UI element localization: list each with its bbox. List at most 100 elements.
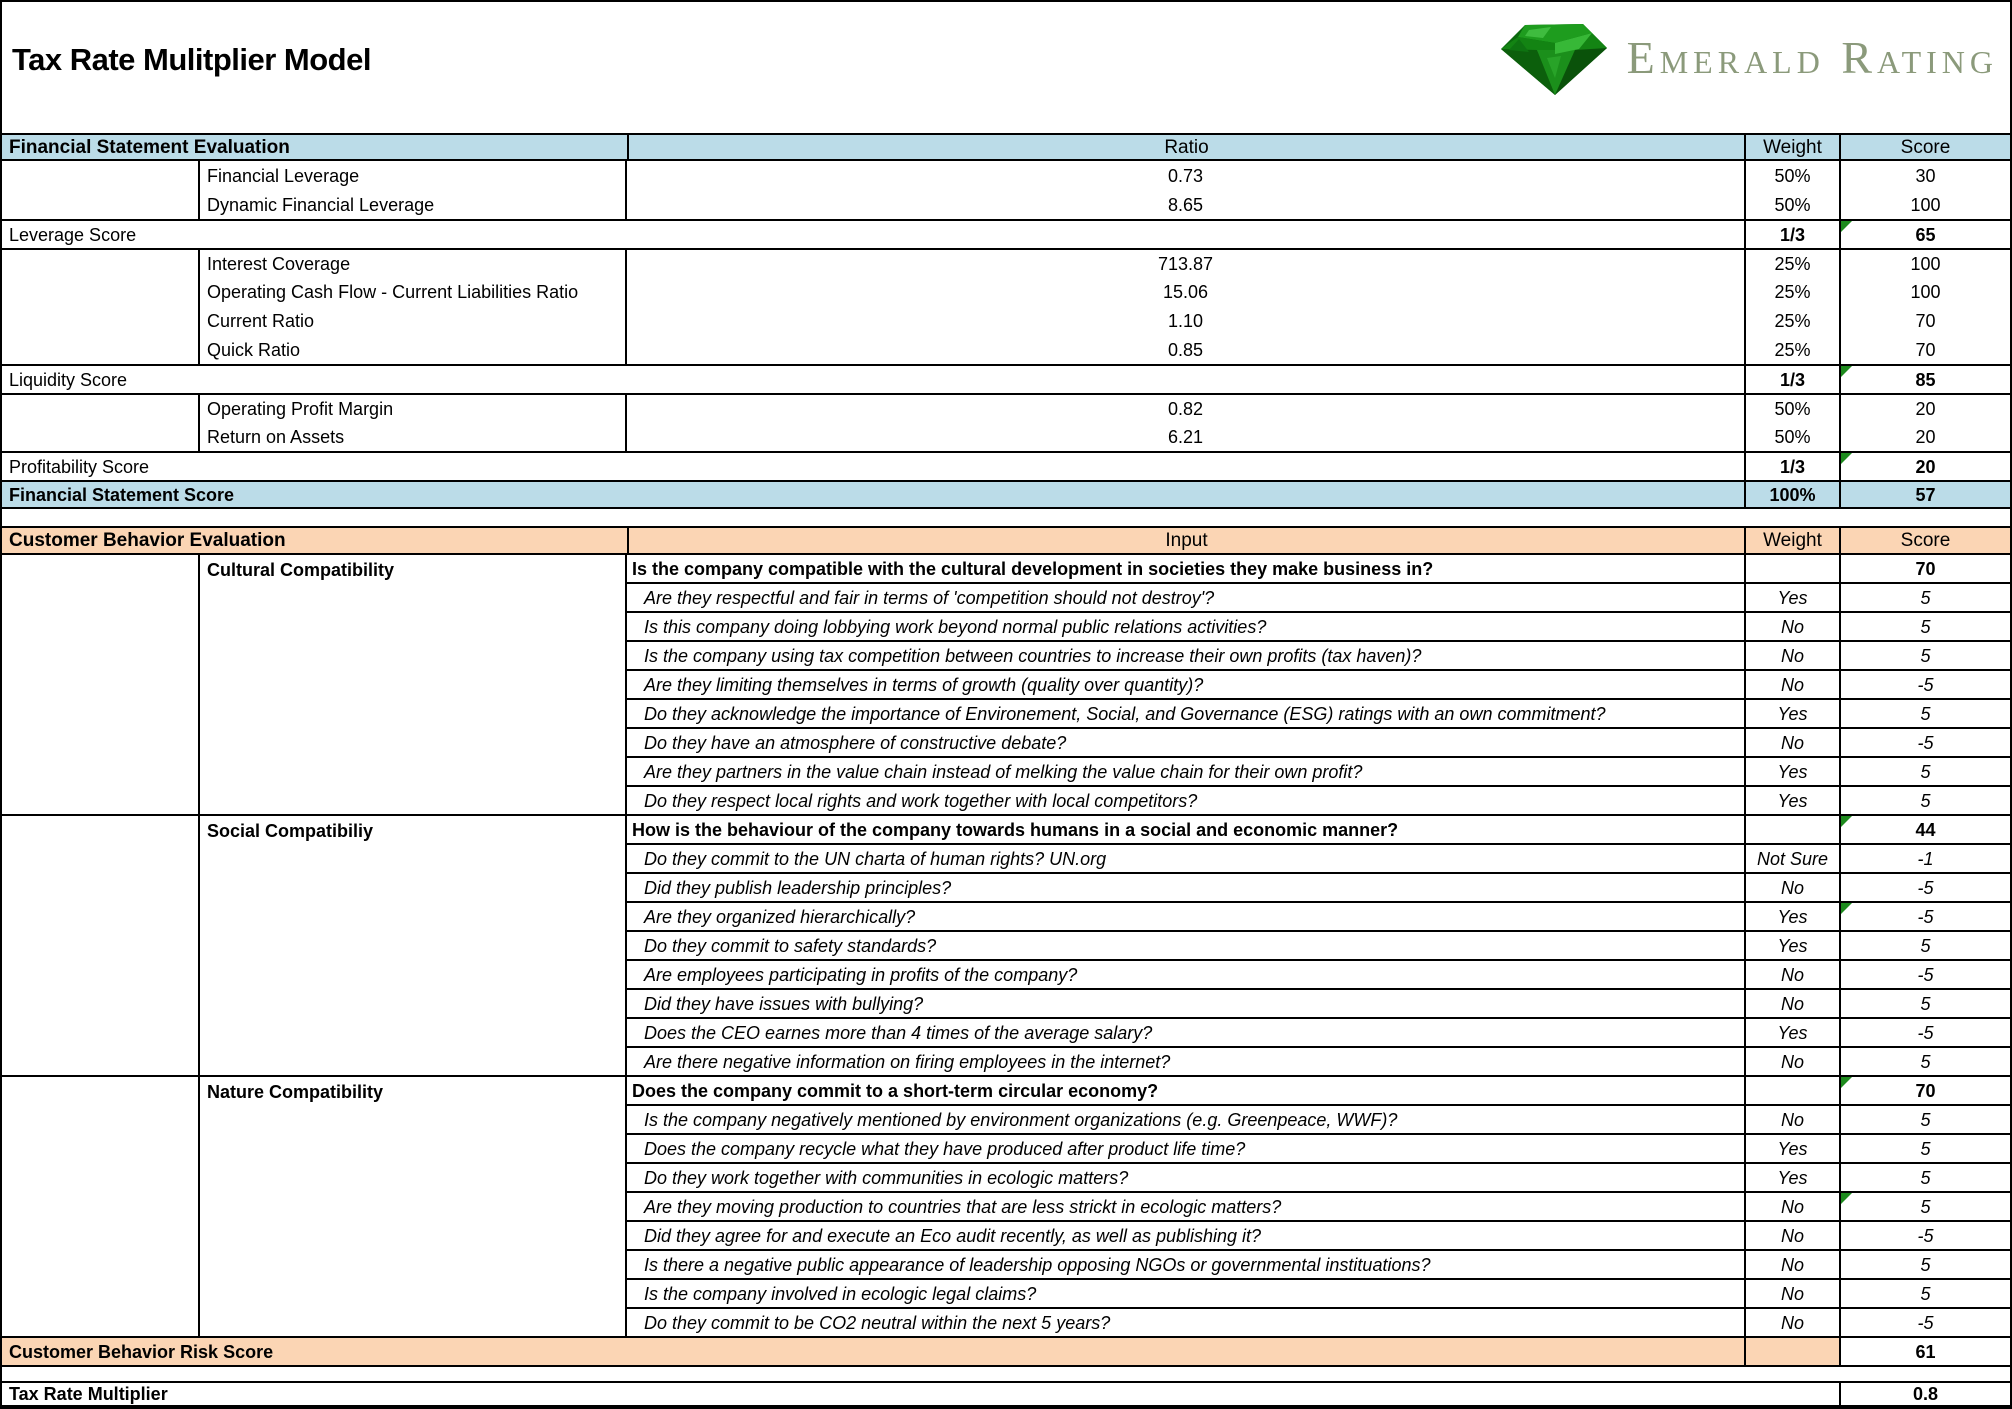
ratio-value-cell[interactable]: 0.82 bbox=[627, 395, 1744, 422]
score-cell[interactable]: 100 bbox=[1839, 190, 2010, 219]
spacer-cell bbox=[2, 787, 198, 814]
ratio-value-cell[interactable]: 15.06 bbox=[627, 277, 1744, 306]
score-cell[interactable]: 5 bbox=[1839, 1106, 2010, 1135]
score-cell[interactable]: 5 bbox=[1839, 787, 2010, 814]
score-cell[interactable]: -5 bbox=[1839, 961, 2010, 990]
score-cell[interactable]: 5 bbox=[1839, 1164, 2010, 1193]
score-cell[interactable]: 5 bbox=[1839, 1193, 2010, 1222]
weight-cell[interactable]: 50% bbox=[1744, 422, 1839, 451]
weight-cell[interactable]: 1/3 bbox=[1744, 366, 1839, 393]
spacer-cell bbox=[2, 642, 198, 671]
weight-cell[interactable]: 25% bbox=[1744, 277, 1839, 306]
answer-cell[interactable]: No bbox=[1744, 1222, 1839, 1251]
score-cell[interactable]: 100 bbox=[1839, 277, 2010, 306]
answer-cell[interactable] bbox=[1744, 1077, 1839, 1106]
score-cell[interactable]: 5 bbox=[1839, 758, 2010, 787]
column-header-weight: Weight bbox=[1744, 135, 1839, 159]
score-cell[interactable]: -5 bbox=[1839, 1222, 2010, 1251]
answer-cell[interactable]: No bbox=[1744, 1106, 1839, 1135]
score-cell[interactable]: -5 bbox=[1839, 874, 2010, 903]
answer-cell[interactable]: Yes bbox=[1744, 903, 1839, 932]
answer-cell[interactable]: Yes bbox=[1744, 1164, 1839, 1193]
score-cell[interactable]: -5 bbox=[1839, 903, 2010, 932]
score-cell[interactable]: -5 bbox=[1839, 671, 2010, 700]
ratio-value-cell[interactable]: 8.65 bbox=[627, 190, 1744, 219]
answer-cell[interactable]: Not Sure bbox=[1744, 845, 1839, 874]
spacer-cell bbox=[2, 816, 198, 845]
answer-cell[interactable]: No bbox=[1744, 642, 1839, 671]
weight-cell[interactable]: 1/3 bbox=[1744, 221, 1839, 248]
score-cell[interactable]: 5 bbox=[1839, 1280, 2010, 1309]
score-cell[interactable]: 5 bbox=[1839, 990, 2010, 1019]
score-cell[interactable]: 70 bbox=[1839, 555, 2010, 584]
score-cell[interactable]: 61 bbox=[1839, 1338, 2010, 1365]
weight-cell[interactable]: 50% bbox=[1744, 395, 1839, 422]
answer-cell[interactable]: No bbox=[1744, 1309, 1839, 1336]
score-cell[interactable]: 44 bbox=[1839, 816, 2010, 845]
ratio-value-cell[interactable]: 6.21 bbox=[627, 422, 1744, 451]
answer-cell[interactable]: No bbox=[1744, 1193, 1839, 1222]
answer-cell[interactable]: No bbox=[1744, 1280, 1839, 1309]
result-value-cell[interactable]: 0.8 bbox=[1839, 1383, 2010, 1405]
score-cell[interactable]: -5 bbox=[1839, 1019, 2010, 1048]
score-cell[interactable]: 85 bbox=[1839, 366, 2010, 393]
score-cell[interactable]: 5 bbox=[1839, 932, 2010, 961]
weight-cell[interactable]: 25% bbox=[1744, 250, 1839, 277]
score-cell[interactable]: -5 bbox=[1839, 729, 2010, 758]
answer-cell[interactable]: No bbox=[1744, 990, 1839, 1019]
score-cell[interactable]: -5 bbox=[1839, 1309, 2010, 1336]
score-cell[interactable]: 5 bbox=[1839, 613, 2010, 642]
ratio-value-cell[interactable]: 713.87 bbox=[627, 250, 1744, 277]
score-cell[interactable]: 70 bbox=[1839, 1077, 2010, 1106]
answer-cell[interactable]: No bbox=[1744, 729, 1839, 758]
table-row: Operating Profit Margin0.8250%20 bbox=[2, 393, 2010, 422]
weight-cell[interactable]: 25% bbox=[1744, 306, 1839, 335]
score-cell[interactable]: 20 bbox=[1839, 395, 2010, 422]
answer-cell[interactable]: Yes bbox=[1744, 1135, 1839, 1164]
weight-cell[interactable]: 50% bbox=[1744, 190, 1839, 219]
score-cell[interactable]: 20 bbox=[1839, 453, 2010, 480]
score-cell[interactable]: 65 bbox=[1839, 221, 2010, 248]
score-cell[interactable]: 57 bbox=[1839, 482, 2010, 507]
answer-cell[interactable]: No bbox=[1744, 1251, 1839, 1280]
answer-cell[interactable] bbox=[1744, 555, 1839, 584]
answer-cell[interactable]: Yes bbox=[1744, 932, 1839, 961]
score-cell[interactable]: 100 bbox=[1839, 250, 2010, 277]
score-cell[interactable]: 20 bbox=[1839, 422, 2010, 451]
score-cell[interactable]: -1 bbox=[1839, 845, 2010, 874]
weight-cell[interactable]: 25% bbox=[1744, 335, 1839, 364]
emerald-gem-icon bbox=[1495, 18, 1613, 98]
answer-cell[interactable]: No bbox=[1744, 874, 1839, 903]
answer-cell[interactable]: Yes bbox=[1744, 758, 1839, 787]
score-cell[interactable]: 5 bbox=[1839, 642, 2010, 671]
answer-cell[interactable]: Yes bbox=[1744, 700, 1839, 729]
weight-cell[interactable]: 50% bbox=[1744, 161, 1839, 190]
score-cell[interactable]: 5 bbox=[1839, 1135, 2010, 1164]
weight-cell[interactable]: 100% bbox=[1744, 482, 1839, 507]
score-cell[interactable]: 30 bbox=[1839, 161, 2010, 190]
behavior-section-header-row: Customer Behavior Evaluation Input Weigh… bbox=[2, 526, 2010, 555]
score-cell[interactable]: 5 bbox=[1839, 1048, 2010, 1075]
weight-cell[interactable]: 1/3 bbox=[1744, 453, 1839, 480]
question-cell: Is there a negative public appearance of… bbox=[627, 1251, 1744, 1280]
answer-cell[interactable]: No bbox=[1744, 671, 1839, 700]
table-row: Profitability Score1/320 bbox=[2, 451, 2010, 480]
weight-cell[interactable] bbox=[1744, 1338, 1839, 1365]
score-cell[interactable]: 5 bbox=[1839, 1251, 2010, 1280]
answer-cell[interactable]: No bbox=[1744, 961, 1839, 990]
answer-cell[interactable]: Yes bbox=[1744, 584, 1839, 613]
score-cell[interactable]: 70 bbox=[1839, 335, 2010, 364]
category-label-cell: Social Compatibiliy bbox=[198, 816, 627, 845]
score-cell[interactable]: 70 bbox=[1839, 306, 2010, 335]
table-row: Do they commit to the UN charta of human… bbox=[2, 845, 2010, 874]
answer-cell[interactable]: Yes bbox=[1744, 787, 1839, 814]
ratio-value-cell[interactable]: 0.73 bbox=[627, 161, 1744, 190]
score-cell[interactable]: 5 bbox=[1839, 584, 2010, 613]
ratio-value-cell[interactable]: 1.10 bbox=[627, 306, 1744, 335]
ratio-value-cell[interactable]: 0.85 bbox=[627, 335, 1744, 364]
answer-cell[interactable]: Yes bbox=[1744, 1019, 1839, 1048]
answer-cell[interactable]: No bbox=[1744, 1048, 1839, 1075]
score-cell[interactable]: 5 bbox=[1839, 700, 2010, 729]
answer-cell[interactable] bbox=[1744, 816, 1839, 845]
answer-cell[interactable]: No bbox=[1744, 613, 1839, 642]
